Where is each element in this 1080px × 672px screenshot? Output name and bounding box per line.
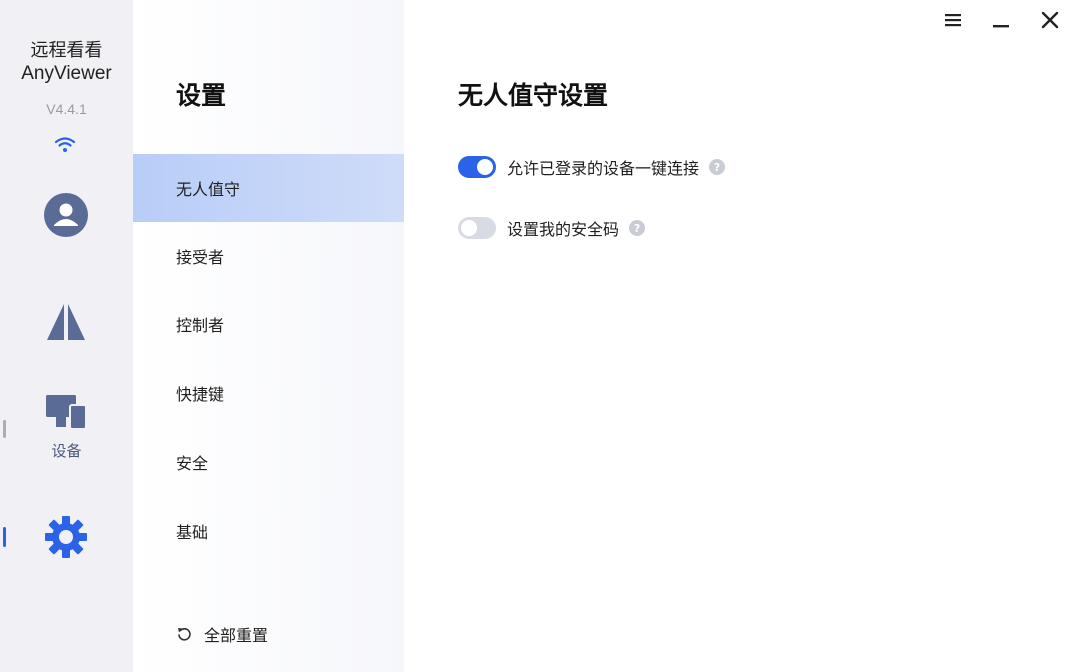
app-version: V4.4.1 xyxy=(46,101,87,117)
reset-all-button[interactable]: 全部重置 xyxy=(176,622,268,646)
reset-icon xyxy=(178,628,191,641)
app-name-cn: 远程看看 xyxy=(30,40,103,61)
nav-item-shortcuts[interactable]: 快捷键 xyxy=(133,359,404,427)
nav-item-receiver[interactable]: 接受者 xyxy=(133,222,404,290)
menu-icon xyxy=(945,14,961,27)
rail-devices-label: 设备 xyxy=(51,442,82,460)
gear-icon xyxy=(45,516,87,558)
nav-item-basic[interactable]: 基础 xyxy=(133,497,404,565)
app-name-en: AnyViewer xyxy=(21,63,112,84)
nav-item-unattended[interactable]: 无人值守 xyxy=(133,154,404,222)
rail-account-button[interactable] xyxy=(40,189,92,241)
reset-all-label: 全部重置 xyxy=(204,626,269,645)
user-avatar-icon xyxy=(44,193,88,237)
devices-icon xyxy=(46,395,87,430)
nav-item-security[interactable]: 安全 xyxy=(133,428,404,496)
nav-item-controller[interactable]: 控制者 xyxy=(133,290,404,358)
menu-button[interactable] xyxy=(937,6,969,34)
left-rail: 远程看看 AnyViewer V4.4.1 设备 xyxy=(0,0,133,672)
security-code-label: 设置我的安全码 xyxy=(507,220,620,239)
minimize-icon xyxy=(993,25,1009,28)
rail-active-marker xyxy=(3,527,6,547)
close-icon xyxy=(1041,11,1059,29)
wifi-icon xyxy=(54,137,76,152)
rail-settings-button[interactable] xyxy=(40,511,92,563)
one-click-connect-label: 允许已登录的设备一键连接 xyxy=(507,159,700,178)
transfer-icon xyxy=(47,304,85,340)
one-click-connect-toggle[interactable] xyxy=(458,156,496,178)
toggle-knob xyxy=(477,159,493,175)
settings-title: 设置 xyxy=(176,81,227,110)
rail-devices-button[interactable] xyxy=(40,384,92,436)
toggle-knob xyxy=(461,220,477,236)
option-one-click-connect: 允许已登录的设备一键连接 ? xyxy=(458,155,726,179)
rail-connect-button[interactable] xyxy=(40,296,92,348)
help-icon[interactable]: ? xyxy=(709,159,726,175)
page-title: 无人值守设置 xyxy=(458,81,609,110)
help-icon[interactable]: ? xyxy=(629,220,646,236)
minimize-button[interactable] xyxy=(985,6,1017,34)
rail-hover-marker xyxy=(3,420,6,438)
settings-nav: 设置 无人值守 接受者 控制者 快捷键 安全 基础 全部重置 xyxy=(133,0,404,672)
option-security-code: 设置我的安全码 ? xyxy=(458,216,646,240)
security-code-toggle[interactable] xyxy=(458,217,496,239)
close-button[interactable] xyxy=(1034,6,1066,34)
